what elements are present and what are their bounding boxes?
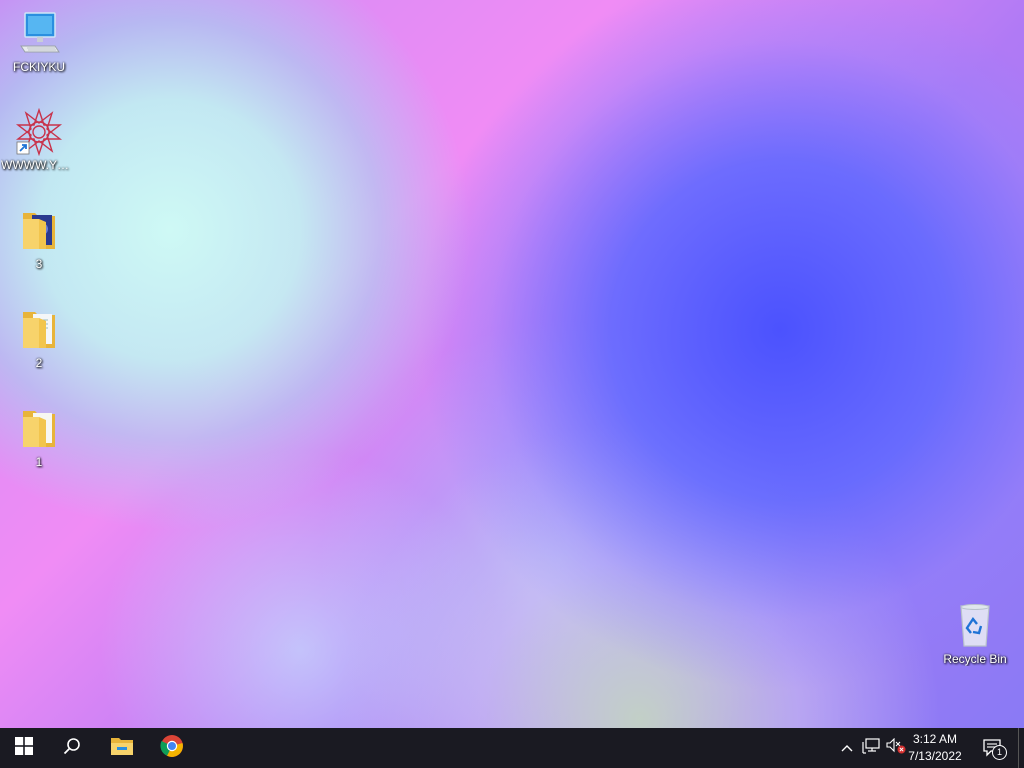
desktop-icon-website-shortcut[interactable]: WWWW.YOU... — [1, 107, 77, 172]
search-button[interactable] — [48, 728, 96, 768]
desktop-icon-folder-1[interactable]: 1 — [1, 405, 77, 469]
desktop-icon-folder-2[interactable]: 2 — [1, 306, 77, 370]
star-emblem-shortcut-icon — [15, 107, 63, 157]
notification-count-badge: 1 — [992, 745, 1007, 760]
desktop-icon-recycle-bin[interactable]: Recycle Bin — [937, 602, 1013, 666]
clock-time: 3:12 AM — [912, 732, 958, 746]
taskbar-file-explorer-button[interactable] — [98, 728, 146, 768]
action-center-button[interactable]: 1 — [978, 728, 1008, 768]
computer-monitor-icon — [15, 10, 63, 58]
desktop-background: FCKIYKU WWWW.YOU... 3 2 1 Recycle Bin — [0, 0, 1024, 728]
search-icon — [63, 737, 81, 760]
taskbar: 3:12 AM 7/13/2022 1 — [0, 728, 1024, 768]
clock-date: 7/13/2022 — [908, 749, 962, 763]
desktop-icon-label: FCKIYKU — [12, 60, 65, 74]
network-status-button[interactable] — [860, 728, 882, 768]
file-explorer-icon — [110, 735, 134, 762]
start-button[interactable] — [0, 728, 48, 768]
desktop-icon-folder-3[interactable]: 3 — [1, 207, 77, 271]
windows-logo-icon — [15, 736, 33, 760]
desktop-icon-fckiyku[interactable]: FCKIYKU — [1, 10, 77, 74]
desktop-icon-label: 1 — [35, 455, 43, 469]
show-hidden-icons-button[interactable] — [836, 728, 858, 768]
chevron-up-icon — [841, 739, 853, 757]
network-icon — [862, 737, 880, 759]
show-desktop-button[interactable] — [1018, 728, 1024, 768]
recycle-bin-icon — [951, 602, 999, 650]
desktop-icon-label: WWWW.YOU... — [1, 158, 77, 172]
desktop-icon-label: Recycle Bin — [943, 652, 1007, 666]
taskbar-clock[interactable]: 3:12 AM 7/13/2022 — [900, 731, 970, 765]
folder-with-document-icon — [15, 306, 63, 354]
notification-icon: 1 — [982, 738, 1007, 760]
desktop-icon-label: 2 — [35, 356, 43, 370]
folder-with-image-icon — [15, 207, 63, 255]
taskbar-chrome-button[interactable] — [148, 728, 196, 768]
chrome-icon — [160, 734, 184, 763]
desktop-icon-label: 3 — [35, 257, 43, 271]
empty-folder-icon — [15, 405, 63, 453]
